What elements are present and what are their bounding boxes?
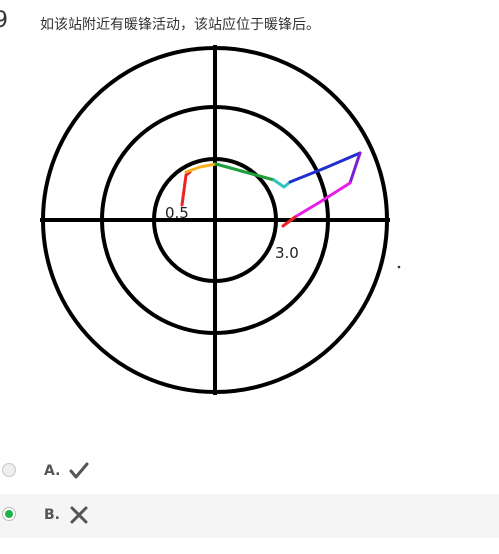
option-a-radio[interactable] xyxy=(2,463,16,477)
hodograph-figure: 0.5 3.0 xyxy=(0,40,499,420)
option-b-letter: B. xyxy=(44,507,60,523)
wind-segment-red-lower xyxy=(180,170,192,207)
label-outer: 3.0 xyxy=(275,244,299,262)
option-b[interactable]: B. xyxy=(0,494,499,538)
answer-options: A. B. xyxy=(0,450,499,538)
cross-icon xyxy=(70,506,88,524)
option-a[interactable]: A. xyxy=(0,450,499,494)
question-number: 9 xyxy=(0,8,8,33)
stray-dot xyxy=(397,265,401,269)
wind-segment-blue xyxy=(288,151,362,184)
label-inner: 0.5 xyxy=(165,204,189,222)
question-text: 如该站附近有暖锋活动，该站应位于暖锋后。 xyxy=(40,17,320,33)
hodograph-svg: 0.5 3.0 xyxy=(40,45,401,395)
check-icon xyxy=(69,462,89,479)
wind-segment-cyan xyxy=(272,178,292,189)
question-header: 9 如该站附近有暖锋活动，该站应位于暖锋后。 xyxy=(0,0,499,40)
option-b-radio[interactable] xyxy=(2,507,16,521)
option-a-letter: A. xyxy=(44,463,61,479)
